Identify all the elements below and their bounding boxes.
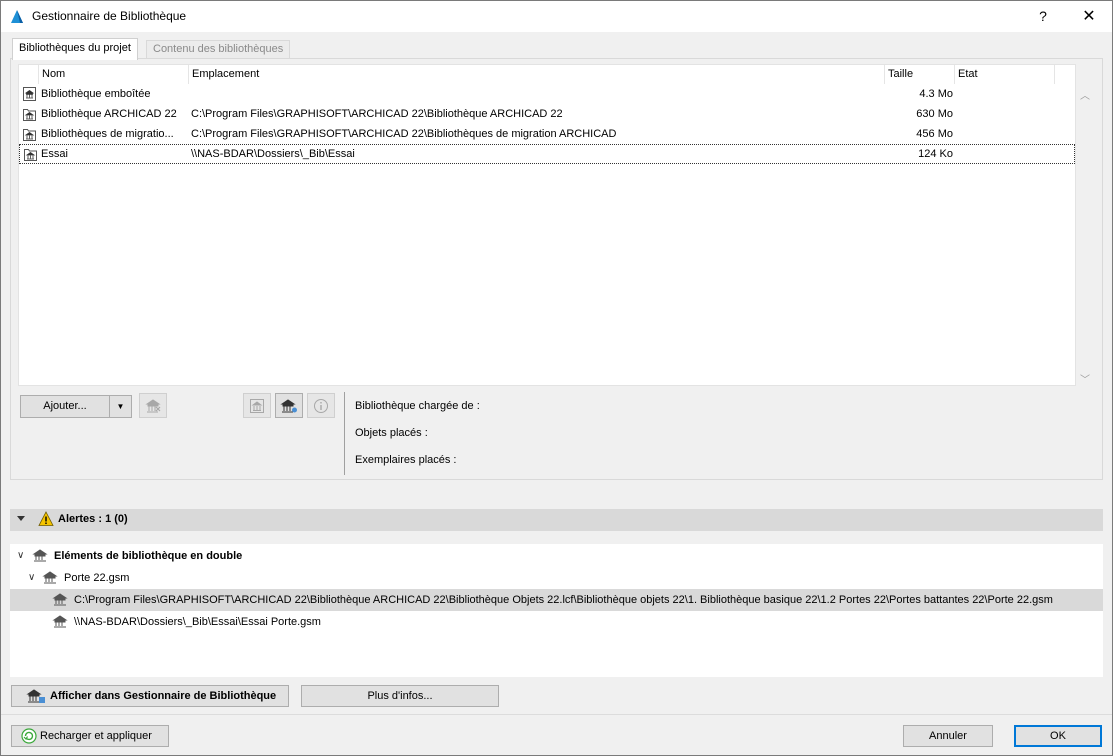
reload-icon bbox=[21, 728, 37, 744]
library-name: Essai bbox=[41, 148, 68, 160]
remove-library-icon bbox=[145, 398, 161, 412]
library-size: 4.3 Mo bbox=[919, 88, 953, 100]
library-folder-icon bbox=[23, 109, 36, 121]
tree-item-porte[interactable]: ∨ Porte 22.gsm bbox=[10, 567, 1103, 589]
archicad-logo-icon bbox=[11, 10, 23, 23]
library-name: Bibliothèque emboîtée bbox=[41, 88, 151, 100]
library-location: C:\Program Files\GRAPHISOFT\ARCHICAD 22\… bbox=[191, 128, 617, 140]
remove-library-button[interactable] bbox=[139, 393, 167, 418]
collapse-arrow-icon[interactable] bbox=[17, 516, 25, 521]
library-folder-icon bbox=[24, 149, 37, 161]
list-header: Nom Emplacement Taille Etat bbox=[19, 65, 1075, 84]
tab-project-libraries[interactable]: Bibliothèques du projet bbox=[12, 38, 138, 60]
placed-instances-label: Exemplaires placés : bbox=[355, 454, 457, 466]
library-location: C:\Program Files\GRAPHISOFT\ARCHICAD 22\… bbox=[191, 108, 563, 120]
tree-path-selected[interactable]: C:\Program Files\GRAPHISOFT\ARCHICAD 22\… bbox=[10, 589, 1103, 611]
tree-group-label: Eléments de bibliothèque en double bbox=[54, 550, 243, 562]
help-button[interactable]: ? bbox=[1021, 1, 1065, 32]
tree-path-label: \\NAS-BDAR\Dossiers\_Bib\Essai\Essai Por… bbox=[74, 616, 321, 628]
list-row[interactable]: Bibliothèque ARCHICAD 22 C:\Program File… bbox=[19, 104, 1075, 124]
ok-button[interactable]: OK bbox=[1014, 725, 1102, 747]
info-button[interactable] bbox=[307, 393, 335, 418]
library-list: Nom Emplacement Taille Etat Bibliothèque… bbox=[18, 64, 1076, 386]
loaded-from-label: Bibliothèque chargée de : bbox=[355, 400, 480, 412]
more-info-button[interactable]: Plus d'infos... bbox=[301, 685, 499, 707]
list-row[interactable]: Bibliothèques de migratio... C:\Program … bbox=[19, 124, 1075, 144]
library-size: 630 Mo bbox=[916, 108, 953, 120]
add-button-label[interactable]: Ajouter... bbox=[21, 396, 109, 417]
alerts-header[interactable]: Alertes : 1 (0) bbox=[10, 509, 1103, 531]
add-library-button[interactable]: Ajouter... ▼ bbox=[20, 395, 132, 418]
embedded-library-icon bbox=[250, 398, 264, 413]
close-button[interactable]: ✕ bbox=[1067, 1, 1111, 32]
tab-library-contents[interactable]: Contenu des bibliothèques bbox=[146, 40, 291, 59]
chevron-down-icon[interactable]: ∨ bbox=[28, 567, 35, 589]
reload-apply-button[interactable]: Recharger et appliquer bbox=[11, 725, 169, 747]
cancel-button[interactable]: Annuler bbox=[903, 725, 993, 747]
library-object-icon bbox=[42, 571, 58, 584]
header-name[interactable]: Nom bbox=[39, 65, 189, 84]
library-name: Bibliothèque ARCHICAD 22 bbox=[41, 108, 177, 120]
vertical-divider bbox=[344, 392, 345, 475]
tree-path[interactable]: \\NAS-BDAR\Dossiers\_Bib\Essai\Essai Por… bbox=[10, 611, 1103, 633]
library-object-icon bbox=[52, 615, 68, 628]
library-manager-icon bbox=[26, 689, 45, 703]
warning-icon bbox=[38, 511, 54, 526]
embed-library-button[interactable] bbox=[243, 393, 271, 418]
tree-group-duplicates[interactable]: ∨ Eléments de bibliothèque en double bbox=[10, 545, 1103, 567]
library-settings-icon bbox=[280, 398, 297, 412]
header-size[interactable]: Taille bbox=[885, 65, 955, 84]
scroll-down-icon[interactable]: ﹀ bbox=[1080, 371, 1090, 386]
alerts-tree: ∨ Eléments de bibliothèque en double ∨ P… bbox=[10, 544, 1103, 677]
chevron-down-icon[interactable]: ∨ bbox=[17, 545, 24, 567]
library-duplicates-icon bbox=[32, 549, 48, 562]
library-folder-icon bbox=[23, 129, 36, 141]
add-dropdown-arrow[interactable]: ▼ bbox=[109, 396, 131, 417]
library-location: \\NAS-BDAR\Dossiers\_Bib\Essai bbox=[191, 148, 355, 160]
header-icon-column bbox=[19, 65, 39, 84]
tree-path-label: C:\Program Files\GRAPHISOFT\ARCHICAD 22\… bbox=[74, 594, 1053, 606]
list-row-selected[interactable]: Essai \\NAS-BDAR\Dossiers\_Bib\Essai 124… bbox=[19, 144, 1075, 164]
library-manager-dialog: Gestionnaire de Bibliothèque ? ✕ Bibliot… bbox=[0, 0, 1113, 756]
alerts-title: Alertes : 1 (0) bbox=[58, 513, 128, 525]
header-location[interactable]: Emplacement bbox=[189, 65, 885, 84]
library-size: 456 Mo bbox=[916, 128, 953, 140]
library-size: 124 Ko bbox=[918, 148, 953, 160]
library-settings-button[interactable] bbox=[275, 393, 303, 418]
reload-label: Recharger et appliquer bbox=[40, 730, 152, 742]
library-name: Bibliothèques de migratio... bbox=[41, 128, 174, 140]
library-location bbox=[191, 84, 881, 104]
title-bar: Gestionnaire de Bibliothèque ? ✕ bbox=[1, 1, 1112, 32]
show-in-manager-button[interactable]: Afficher dans Gestionnaire de Bibliothèq… bbox=[11, 685, 289, 707]
list-row[interactable]: Bibliothèque emboîtée 4.3 Mo bbox=[19, 84, 1075, 104]
scroll-up-icon[interactable]: ︿ bbox=[1080, 87, 1090, 102]
placed-objects-label: Objets placés : bbox=[355, 427, 428, 439]
footer-divider bbox=[1, 714, 1112, 715]
show-in-manager-label: Afficher dans Gestionnaire de Bibliothèq… bbox=[50, 690, 277, 702]
window-title: Gestionnaire de Bibliothèque bbox=[32, 9, 187, 23]
library-object-icon bbox=[52, 593, 68, 606]
tree-item-label: Porte 22.gsm bbox=[64, 572, 130, 584]
info-icon bbox=[314, 398, 328, 413]
nested-library-icon bbox=[23, 87, 36, 101]
header-status[interactable]: Etat bbox=[955, 65, 1055, 84]
